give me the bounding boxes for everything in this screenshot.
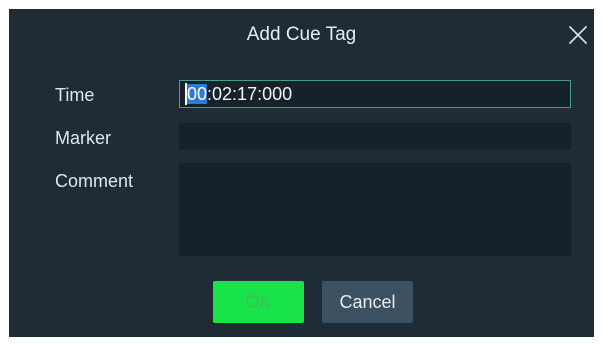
marker-input[interactable] (179, 123, 571, 150)
time-value: 00:02:17:000 (187, 84, 292, 104)
time-input[interactable]: 00:02:17:000 (179, 80, 571, 108)
add-cue-tag-dialog: Add Cue Tag Time 00:02:17:000 Marker Com… (9, 9, 594, 337)
dialog-title: Add Cue Tag (246, 24, 357, 45)
dialog-titlebar: Add Cue Tag (9, 9, 594, 61)
cancel-button[interactable]: Cancel (322, 281, 413, 323)
time-label: Time (55, 85, 95, 105)
time-selected-text: 00 (187, 84, 208, 104)
close-icon[interactable] (566, 23, 590, 47)
comment-label: Comment (55, 171, 134, 191)
comment-textarea[interactable] (179, 163, 571, 256)
marker-label: Marker (55, 128, 112, 148)
time-rest-text: :02:17:000 (207, 84, 293, 104)
ok-button[interactable]: OK (213, 281, 304, 323)
